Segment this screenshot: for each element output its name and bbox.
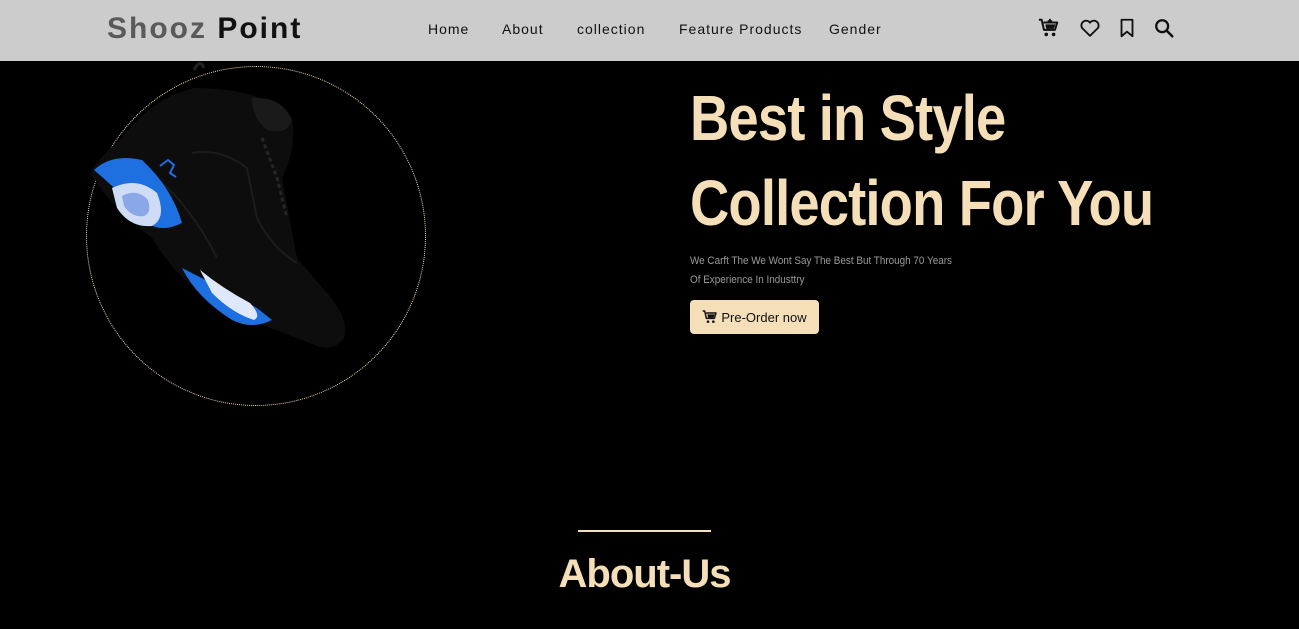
nav-link-feature-products[interactable]: Feature Products [679, 20, 802, 38]
pre-order-label: Pre-Order now [721, 309, 807, 325]
brand-name-part1: Shooz [107, 12, 207, 45]
cart-icon [703, 310, 718, 323]
about-divider [578, 530, 711, 532]
brand-name-part2: Point [217, 12, 303, 45]
hero-title-line2: Collection For You [690, 167, 1154, 239]
nav-link-gender[interactable]: Gender [829, 20, 882, 38]
nav-link-home[interactable]: Home [428, 20, 469, 38]
nav-link-about[interactable]: About [502, 20, 544, 38]
about-us-heading: About-Us [558, 552, 732, 596]
cart-icon[interactable] [1038, 17, 1060, 39]
hero-title: Best in Style Collection For You [690, 76, 1183, 246]
sneaker-image [90, 62, 346, 348]
pre-order-button[interactable]: Pre-Order now [690, 300, 819, 334]
hero-title-line1: Best in Style [690, 82, 1006, 154]
heart-icon[interactable] [1079, 17, 1101, 39]
hero-description: We Carft The We Wont Say The Best But Th… [690, 255, 952, 286]
bookmark-icon[interactable] [1116, 17, 1138, 39]
brand-logo[interactable]: Shooz Point [107, 11, 302, 47]
search-icon[interactable] [1153, 17, 1175, 39]
nav-link-collection[interactable]: collection [577, 20, 645, 38]
navbar: Shooz Point Home About collection Featur… [0, 0, 1299, 61]
